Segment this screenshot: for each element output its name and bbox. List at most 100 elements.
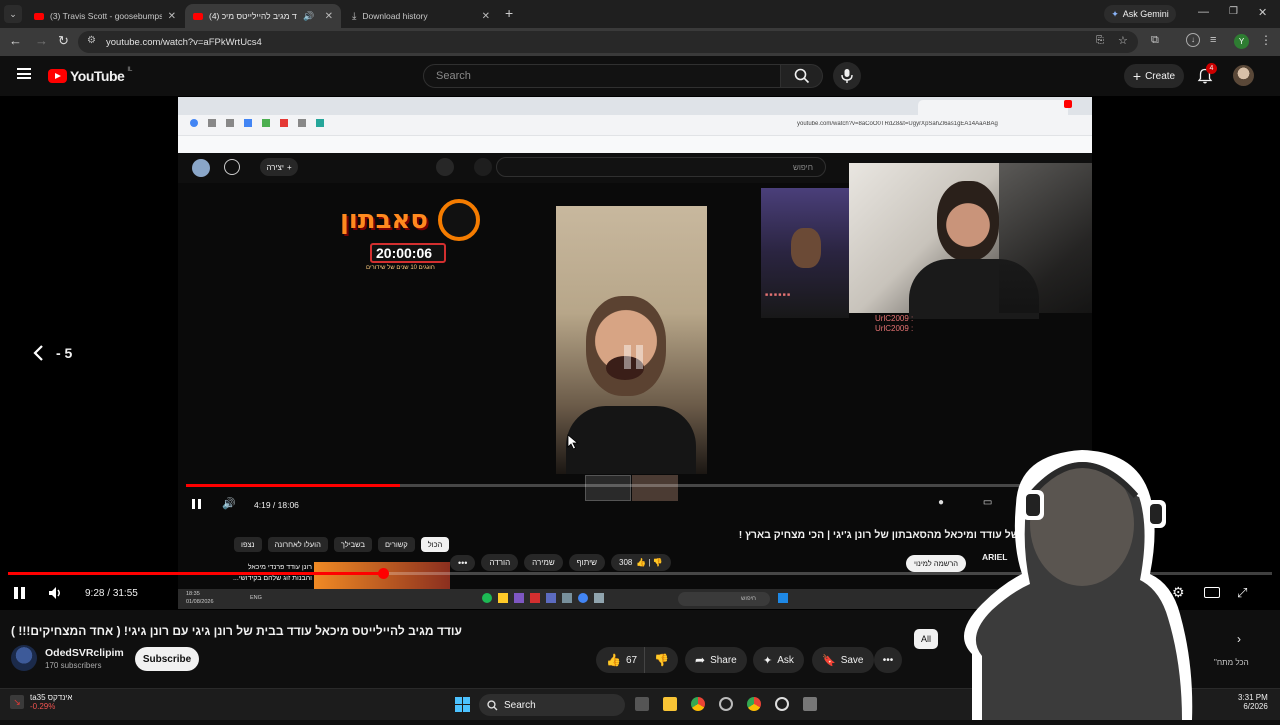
clock-time: 3:31 PM	[1238, 693, 1268, 702]
site-info-icon[interactable]: ⚙	[87, 35, 96, 46]
pause-button[interactable]	[14, 587, 28, 601]
duration: 31:55	[112, 588, 138, 599]
tab-current-video[interactable]: (4) עודד מגיב להיילייטס מיכ 🔊 ✕	[185, 4, 341, 28]
current-time: 9:28	[85, 588, 105, 599]
recorded-pause-icon	[192, 499, 201, 509]
side-video-title: "הכל מתח	[1214, 658, 1249, 667]
tab-download-history[interactable]: ⤓ Download history ✕	[344, 4, 498, 28]
chrome-icon[interactable]	[691, 697, 705, 711]
forward-button[interactable]: →	[35, 33, 48, 48]
subscribe-label: Subscribe	[142, 653, 192, 665]
chrome-profile-icon[interactable]	[747, 697, 761, 711]
app-icon[interactable]	[803, 697, 817, 711]
pause-icon	[14, 587, 25, 601]
volume-button[interactable]	[47, 585, 63, 606]
recorded-chip: בשבילך	[333, 537, 372, 552]
browser-toolbar: ← → ↻ ⚙ youtube.com/watch?v=aFPkWrtUcs4 …	[0, 28, 1280, 56]
search-input[interactable]: Search	[423, 64, 781, 88]
taskbar-search[interactable]: Search	[479, 694, 625, 716]
video-title: עודד מגיב להיילייטס מיכאל עודד בבית של ר…	[11, 624, 462, 638]
stream-screenshot: ■ ■ ■ ■ ■ ■	[761, 188, 849, 318]
ask-gemini-button[interactable]: ✦ Ask Gemini	[1104, 5, 1176, 23]
youtube-logo[interactable]: YouTube IL	[48, 67, 132, 84]
back-button[interactable]: ←	[9, 33, 22, 48]
task-view-icon[interactable]	[635, 697, 649, 711]
channel-avatar[interactable]	[11, 645, 37, 671]
recorded-side-title: רונן עודד פרנדי מיכאל	[247, 564, 312, 571]
notifications-button[interactable]: 4	[1197, 63, 1217, 89]
save-button[interactable]: 🔖 Save	[812, 647, 874, 673]
dislike-button[interactable]: 👎	[644, 647, 678, 673]
chat-line-2: UrlC2009 :	[875, 324, 914, 333]
seek-back-label: - 5	[56, 345, 73, 361]
install-icon[interactable]: ⎘	[1096, 35, 1104, 46]
stock-change: -0.29%	[30, 702, 56, 711]
recorded-search-placeholder: חיפוש	[793, 162, 813, 172]
close-icon[interactable]: ✕	[482, 11, 490, 22]
pause-overlay-icon	[618, 342, 648, 372]
gemini-icon: ✦	[1111, 8, 1119, 19]
create-button[interactable]: + Create	[1124, 64, 1184, 88]
account-avatar[interactable]	[1233, 65, 1254, 86]
theater-mode-button[interactable]	[1204, 587, 1220, 598]
browser-tab-strip: ⌄ (3) Travis Scott - goosebumps ( ✕ (4) …	[0, 0, 1280, 28]
create-label: Create	[1145, 70, 1176, 82]
thumbs-down-icon: 👎	[654, 653, 669, 667]
more-actions-button[interactable]: •••	[874, 647, 902, 673]
recorded-chip: נצפו	[234, 537, 262, 552]
tab-title: Download history	[362, 11, 428, 21]
voice-search-button[interactable]	[833, 62, 861, 90]
start-button[interactable]	[455, 697, 470, 712]
share-button[interactable]: ➦ Share	[685, 647, 747, 673]
search-button[interactable]	[781, 64, 823, 88]
tab-search-button[interactable]: ⌄	[4, 5, 22, 23]
close-icon[interactable]: ✕	[168, 11, 176, 22]
share-label: Share	[710, 654, 737, 666]
taskbar-clock[interactable]: 3:31 PM 6/2026	[1238, 693, 1268, 711]
chips-next-button[interactable]: ›	[1237, 632, 1241, 646]
youtube-play-logo-icon	[48, 69, 67, 83]
media-player-icon[interactable]	[775, 697, 789, 711]
chevron-left-icon	[33, 345, 43, 361]
new-tab-button[interactable]: +	[505, 5, 513, 21]
recorded-action-row: 308 👍 | 👎 שיתוף שמירה הורדה •••	[450, 554, 671, 571]
extensions-icon[interactable]: ⧉	[1151, 34, 1159, 47]
profile-avatar[interactable]: Y	[1234, 34, 1249, 49]
subscribe-button[interactable]: Subscribe	[135, 647, 199, 671]
youtube-favicon-icon	[193, 12, 203, 20]
progress-fill	[8, 572, 384, 575]
close-window-button[interactable]: ✕	[1258, 6, 1267, 19]
channel-name[interactable]: OdedSVRclipim	[45, 647, 124, 659]
recorded-url-text: youtube.com/watch?v=8aCoO0TRdZ8&t=UgyrXp…	[797, 121, 998, 127]
fullscreen-button[interactable]: ⤢	[1237, 585, 1247, 601]
reload-button[interactable]: ↻	[58, 33, 69, 49]
microphone-icon	[841, 69, 853, 83]
downloads-icon[interactable]: ↓	[1186, 33, 1200, 47]
bookmark-star-icon[interactable]: ☆	[1118, 34, 1128, 47]
download-icon: ⤓	[352, 10, 357, 22]
ask-button[interactable]: ✦ Ask	[753, 647, 804, 673]
webcam-screenshot	[849, 163, 1092, 319]
subscriber-count: 170 subscribers	[45, 661, 102, 670]
chat-line-1: UrlC2009 :	[875, 314, 914, 323]
close-icon[interactable]: ✕	[325, 11, 333, 22]
stock-widget[interactable]: ↘ ta35 אינדקס -0.29%	[10, 693, 72, 711]
like-button[interactable]: 👍 67	[596, 647, 644, 673]
file-explorer-icon[interactable]	[663, 697, 677, 711]
minimize-button[interactable]: —	[1198, 6, 1209, 18]
recorded-browser-chrome: youtube.com/watch?v=8aCoO0TRdZ8&t=UgyrXp…	[178, 97, 1092, 153]
chrome-menu-icon[interactable]: ⋮	[1260, 33, 1272, 47]
search-placeholder: Search	[436, 70, 471, 82]
profile-letter: Y	[1238, 37, 1245, 46]
hamburger-menu-icon[interactable]	[17, 68, 31, 79]
chevron-right-icon: ›	[1237, 632, 1241, 646]
address-bar[interactable]: ⚙ youtube.com/watch?v=aFPkWrtUcs4 ⎘ ☆	[78, 31, 1138, 53]
restore-button[interactable]: ❐	[1229, 6, 1238, 17]
expand-icon: ⤢	[1237, 585, 1248, 600]
speaker-icon[interactable]: 🔊	[303, 11, 314, 22]
media-controls-icon[interactable]: ≡	[1210, 34, 1216, 46]
streamer-cutout	[964, 450, 1193, 720]
settings-app-icon[interactable]	[719, 697, 733, 711]
tab-travis-scott[interactable]: (3) Travis Scott - goosebumps ( ✕	[26, 4, 184, 28]
youtube-favicon-icon	[34, 12, 44, 20]
